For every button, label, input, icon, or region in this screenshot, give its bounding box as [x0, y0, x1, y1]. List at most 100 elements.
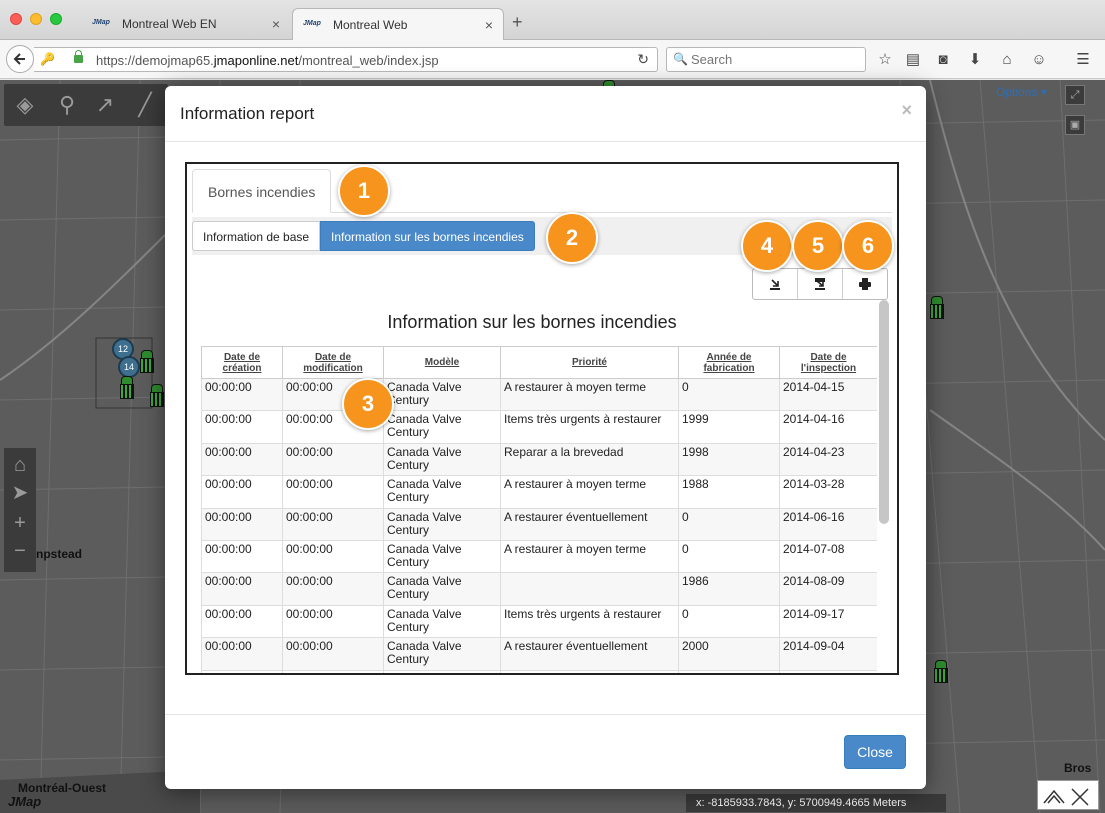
tab-bornes-incendies[interactable]: Bornes incendies [192, 169, 332, 213]
window-maximize-button[interactable] [50, 13, 62, 25]
table-row[interactable]: 00:00:00 00:00:00 Canada Valve Century A re… [201, 637, 877, 671]
table-header-cell[interactable]: Priorité [500, 346, 679, 379]
export-selection-button[interactable] [798, 269, 843, 299]
header-line: création [222, 362, 262, 374]
report-table-container[interactable]: Date de création Date de modification Modèle… [201, 346, 877, 673]
table-cell: 2014-04-15 [779, 377, 877, 412]
table-cell: A restaurer éventuellement [500, 507, 679, 541]
header-line: Date de [810, 351, 847, 363]
fullscreen-icon[interactable]: ⤢ [1065, 85, 1085, 105]
table-row[interactable]: 00:00:00 00:00:00 Canada Valve Century Repa… [201, 442, 877, 477]
close-button[interactable]: Close [844, 735, 906, 769]
search-input[interactable] [691, 52, 859, 67]
collapse-expand-icon[interactable] [1038, 781, 1100, 811]
table-header-cell[interactable]: Date de création [201, 346, 283, 379]
hydrant-icon[interactable] [138, 350, 154, 373]
options-dropdown[interactable]: Options ▾ [996, 85, 1047, 99]
hydrant-icon[interactable] [932, 660, 948, 683]
table-cell: 2014-09-04 [779, 637, 877, 671]
table-row[interactable]: 00:00:00 00:00:00 Canada Valve Century Item… [201, 604, 877, 639]
layers-icon[interactable]: ◈ [10, 90, 40, 120]
table-cell [383, 669, 501, 673]
close-icon[interactable]: × [901, 100, 912, 121]
identify-magnifier-icon[interactable]: ⚲ [52, 90, 82, 120]
table-cell: 0 [678, 507, 780, 541]
callout-marker-6: 6 [842, 220, 894, 272]
header-line: Modèle [424, 357, 460, 368]
table-cell: Canada Valve Century [383, 539, 501, 574]
tab-close-icon[interactable]: × [485, 9, 493, 41]
table-cell: 0 [678, 377, 780, 412]
new-tab-button[interactable]: + [512, 13, 523, 31]
table-cell: Items très urgents à restaurer [500, 604, 679, 639]
header-line: Année de [706, 351, 752, 363]
subtab-information-de-base[interactable]: Information de base [192, 221, 321, 251]
callout-marker-3: 3 [342, 378, 394, 430]
overview-icon[interactable]: ▣ [1065, 115, 1085, 135]
print-button[interactable] [843, 269, 888, 299]
table-cell: 00:00:00 [201, 442, 283, 477]
pocket-icon[interactable]: ◙ [932, 50, 954, 70]
table-header-cell[interactable]: Date de l'inspection [779, 346, 877, 379]
map-label-hampstead: npstead [36, 547, 83, 561]
zoom-in-icon[interactable]: + [8, 510, 32, 536]
table-cell: 0 [678, 604, 780, 639]
table-cell: 2014-03-28 [779, 475, 877, 509]
map-label-montreal-ouest: Montréal-Ouest [18, 781, 107, 795]
header-line: Date de [314, 351, 352, 363]
select-arrow-icon[interactable]: ↗ [90, 90, 120, 120]
window-minimize-button[interactable] [30, 13, 42, 25]
browser-tab-montreal-web[interactable]: JMap Montreal Web × [292, 8, 504, 40]
callout-marker-2: 2 [546, 212, 598, 264]
bookmark-star-icon[interactable]: ☆ [874, 50, 896, 70]
table-cell: A restaurer à moyen terme [500, 475, 679, 509]
table-cell: 2014-06-16 [779, 507, 877, 541]
export-button-group [752, 268, 888, 300]
table-row[interactable]: 00:00:00 00:00:00 Canada Valve Century A re… [201, 539, 877, 574]
reload-icon[interactable]: ↻ [637, 51, 649, 68]
hydrant-icon[interactable] [928, 296, 944, 319]
export-selection-icon [815, 278, 825, 290]
download-icon[interactable]: ⬇ [964, 50, 986, 70]
zoom-out-icon[interactable]: − [8, 538, 32, 564]
header-line: modification [303, 362, 363, 374]
subtab-information-bornes[interactable]: Information sur les bornes incendies [320, 221, 535, 251]
ruler-measure-icon[interactable]: ╱ [130, 90, 160, 120]
url-bar[interactable]: 🔑 https://demojmap65.jmaponline.net/mont… [34, 47, 658, 72]
home-extent-icon[interactable]: ⌂ [8, 452, 32, 478]
browser-search[interactable]: 🔍 [666, 47, 866, 72]
window-close-button[interactable] [10, 13, 22, 25]
information-report-modal: Information report × Bornes incendies In… [165, 86, 926, 789]
tab-label: Montreal Web EN [122, 17, 217, 31]
table-row[interactable]: 00:00:00 00:00:00 Canada Valve Century A re… [201, 377, 877, 412]
search-icon: 🔍 [673, 52, 688, 66]
menu-hamburger-icon[interactable]: ☰ [1072, 50, 1094, 70]
reading-list-icon[interactable]: ▤ [902, 50, 924, 70]
table-cell: 1986 [678, 572, 780, 606]
table-cell: 2014-07-08 [779, 539, 877, 574]
locate-arrow-icon[interactable]: ➤ [8, 480, 32, 506]
table-row[interactable]: 00:00:00 00:00:00 Canada Valve Century 1986… [201, 572, 877, 606]
table-row[interactable] [201, 669, 877, 673]
table-cell: 2014-09-17 [779, 604, 877, 639]
table-header-cell[interactable]: Année de fabrication [678, 346, 780, 379]
home-icon[interactable]: ⌂ [996, 50, 1018, 70]
browser-tab-montreal-web-en[interactable]: JMap Montreal Web EN × [82, 8, 290, 40]
table-header-cell[interactable]: Date de modification [282, 346, 384, 379]
table-cell [500, 572, 679, 606]
tab-close-icon[interactable]: × [272, 8, 280, 40]
export-excel-button[interactable] [753, 269, 798, 299]
table-header-cell[interactable]: Modèle [383, 346, 501, 379]
hydrant-icon[interactable] [148, 384, 164, 407]
table-cell: 00:00:00 [282, 475, 384, 509]
back-button[interactable] [6, 45, 34, 73]
table-cell: A restaurer à moyen terme [500, 539, 679, 574]
feedback-face-icon[interactable]: ☺ [1028, 50, 1050, 70]
table-cell: 2014-04-23 [779, 442, 877, 477]
table-scrollbar[interactable] [879, 300, 889, 524]
cluster-marker[interactable]: 14 [118, 356, 140, 378]
table-row[interactable]: 00:00:00 00:00:00 Canada Valve Century Item… [201, 410, 877, 444]
table-row[interactable]: 00:00:00 00:00:00 Canada Valve Century A re… [201, 475, 877, 509]
hydrant-icon[interactable] [118, 376, 134, 399]
table-row[interactable]: 00:00:00 00:00:00 Canada Valve Century A re… [201, 507, 877, 541]
